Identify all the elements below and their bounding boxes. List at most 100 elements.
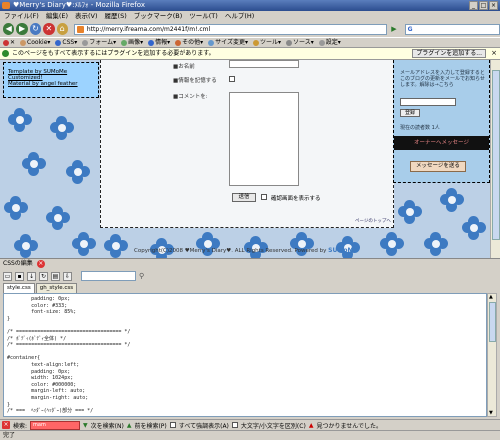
- confirm-checkbox[interactable]: [261, 194, 267, 200]
- sumome-logo[interactable]: SUMoMe: [328, 247, 357, 254]
- highlight-all-checkbox[interactable]: [169, 422, 176, 428]
- webdev-source[interactable]: ソース▾: [286, 38, 314, 47]
- flower-decoration: [46, 206, 70, 230]
- find-bar: × 検索: mam ▼ 次を検索(N) ▲ 前を検索(P) すべて強調表示(A)…: [0, 419, 500, 430]
- menu-bar: ファイル(F) 編集(E) 表示(V) 履歴(S) ブックマーク(B) ツール(…: [0, 11, 500, 21]
- webdev-resize[interactable]: サイズ変更▾: [208, 38, 248, 47]
- scroll-up-icon[interactable]: ▲: [489, 294, 493, 300]
- highlight-all-label: すべて強調表示(A): [178, 422, 229, 430]
- comment-label: ■コメントを:: [173, 94, 208, 100]
- email-field[interactable]: [400, 98, 456, 106]
- register-button[interactable]: 登録: [400, 109, 420, 117]
- page-top-link[interactable]: ページのトップへ: [355, 218, 391, 224]
- menu-help[interactable]: ヘルプ(H): [225, 11, 254, 21]
- forward-icon[interactable]: ▶: [16, 23, 28, 35]
- name-label: ■お名前: [173, 64, 195, 70]
- tab-gh-style-css[interactable]: gh_style.css: [35, 283, 78, 293]
- flower-decoration: [462, 216, 486, 240]
- flower-decoration: [380, 232, 404, 256]
- webdev-css[interactable]: CSS▾: [55, 38, 77, 47]
- close-window-button[interactable]: ×: [489, 1, 498, 10]
- arrow-down-icon: ▼: [83, 421, 88, 429]
- menu-view[interactable]: 表示(V): [75, 11, 98, 21]
- name-input[interactable]: [229, 60, 299, 68]
- copyright-text: Copyright(C)2008 ♥Merry's Diary♥. ALL Ri…: [134, 248, 327, 254]
- menu-tools[interactable]: ツール(T): [189, 11, 218, 21]
- window-titlebar: ♥Merry's Diary♥:ﾒﾙﾌｫ - Mozilla Firefox _…: [0, 0, 500, 11]
- menu-bookmarks[interactable]: ブックマーク(B): [134, 11, 183, 21]
- menu-file[interactable]: ファイル(F): [4, 11, 39, 21]
- material-credit-link[interactable]: Material by angel feather: [8, 81, 94, 87]
- flower-decoration: [66, 160, 90, 184]
- css-panel-title: CSSの編集: [3, 260, 33, 267]
- find-next-button[interactable]: 次を検索(N): [91, 421, 124, 430]
- page-scrollbar[interactable]: [490, 60, 500, 258]
- close-icon[interactable]: ×: [491, 49, 497, 58]
- remember-checkbox[interactable]: [229, 76, 235, 82]
- webdev-info[interactable]: 情報▾: [148, 38, 170, 47]
- flower-decoration: [72, 232, 96, 256]
- editor-scrollbar[interactable]: ▲ ▼: [487, 293, 497, 417]
- webdev-cookie[interactable]: Cookie▾: [20, 38, 50, 47]
- flower-decoration: [50, 116, 74, 140]
- css-panel-toolbar: ▭ ▪ ↓ ↻ ▤ ⇩ ⚲: [0, 269, 500, 283]
- close-findbar-icon[interactable]: ×: [2, 421, 10, 429]
- status-text: 完了: [3, 432, 16, 439]
- arrow-icon[interactable]: ↓: [27, 271, 36, 281]
- css-panel-header: CSSの編集 ×: [0, 258, 500, 269]
- folder-icon[interactable]: ▤: [51, 271, 60, 281]
- maximize-button[interactable]: □: [479, 1, 488, 10]
- go-icon[interactable]: ▶: [391, 25, 396, 33]
- search-input[interactable]: [404, 23, 500, 35]
- flower-decoration: [440, 188, 464, 212]
- confirm-label: 確認画面を表示する: [271, 196, 321, 202]
- send-message-button[interactable]: メッセージを送る: [410, 161, 466, 172]
- webdev-images[interactable]: 画像▾: [121, 38, 143, 47]
- menu-history[interactable]: 履歴(S): [105, 11, 127, 21]
- css-code-editor[interactable]: padding: 0px; color: #333; font-size: 85…: [3, 293, 487, 417]
- find-prev-button[interactable]: 前を検索(P): [134, 421, 166, 430]
- scroll-down-icon[interactable]: ▼: [489, 410, 493, 416]
- match-case-label: 大文字/小文字を区別(C): [240, 422, 306, 430]
- stop-icon[interactable]: ✕: [43, 23, 55, 35]
- comment-form-panel: ■お名前 ■情報を記憶する ■コメントを: 送信 確認画面を表示する ページのト…: [100, 60, 394, 228]
- menu-edit[interactable]: 編集(E): [46, 11, 68, 21]
- open-icon[interactable]: ▭: [3, 271, 12, 281]
- window-controls: _ □ ×: [469, 1, 498, 10]
- scrollbar-thumb[interactable]: [492, 70, 500, 240]
- install-plugin-button[interactable]: プラグインを追加する...: [412, 49, 486, 58]
- owner-message-header: オーナーへメッセージ: [394, 136, 489, 150]
- window-title: ♥Merry's Diary♥:ﾒﾙﾌｫ - Mozilla Firefox: [13, 1, 145, 9]
- send-button[interactable]: 送信: [232, 193, 256, 202]
- webdev-options[interactable]: 設定▾: [318, 38, 341, 47]
- url-input[interactable]: http://merry.ifreama.com/m2441f/m!.cml: [73, 23, 388, 35]
- minimize-button[interactable]: _: [469, 1, 478, 10]
- back-icon[interactable]: ◀: [3, 23, 15, 35]
- editor-scroll-thumb[interactable]: [489, 302, 496, 342]
- home-icon[interactable]: ⌂: [56, 23, 68, 35]
- comment-textarea[interactable]: [229, 92, 299, 186]
- tab-style-css[interactable]: style.css: [3, 283, 35, 293]
- web-developer-toolbar: ✕ Cookie▾ CSS▾ フォーム▾ 画像▾ 情報▾ その他▾ サイズ変更▾…: [0, 37, 500, 48]
- find-input[interactable]: mam: [30, 420, 81, 430]
- reload-icon[interactable]: ↻: [29, 23, 42, 35]
- plugin-icon: [2, 50, 9, 57]
- webdev-misc[interactable]: その他▾: [175, 38, 203, 47]
- webdev-disable[interactable]: ✕: [3, 38, 15, 47]
- copyright-footer: Copyright(C)2008 ♥Merry's Diary♥. ALL Ri…: [134, 247, 357, 254]
- subscribe-text: メールアドレスを入力して登録するとこのブログの更新をメールでお知らせします。解除…: [400, 70, 485, 88]
- save-icon[interactable]: ▪: [15, 271, 24, 281]
- webdev-tools[interactable]: ツール▾: [252, 38, 281, 47]
- close-icon[interactable]: ×: [36, 260, 45, 268]
- flower-decoration: [104, 234, 128, 258]
- refresh-icon[interactable]: ↻: [39, 271, 48, 281]
- webdev-forms[interactable]: フォーム▾: [82, 38, 116, 47]
- download-icon[interactable]: ⇩: [63, 271, 72, 281]
- magnifier-icon[interactable]: ⚲: [139, 272, 144, 280]
- match-case-checkbox[interactable]: [231, 422, 238, 428]
- css-search-input[interactable]: [81, 271, 136, 281]
- css-file-tabs: style.css gh_style.css: [0, 283, 500, 293]
- flower-decoration: [14, 234, 38, 258]
- arrow-up-icon: ▲: [126, 421, 132, 429]
- notification-text: このページをもすべて表示するにはプラグインを追加する必要があります。: [12, 50, 215, 57]
